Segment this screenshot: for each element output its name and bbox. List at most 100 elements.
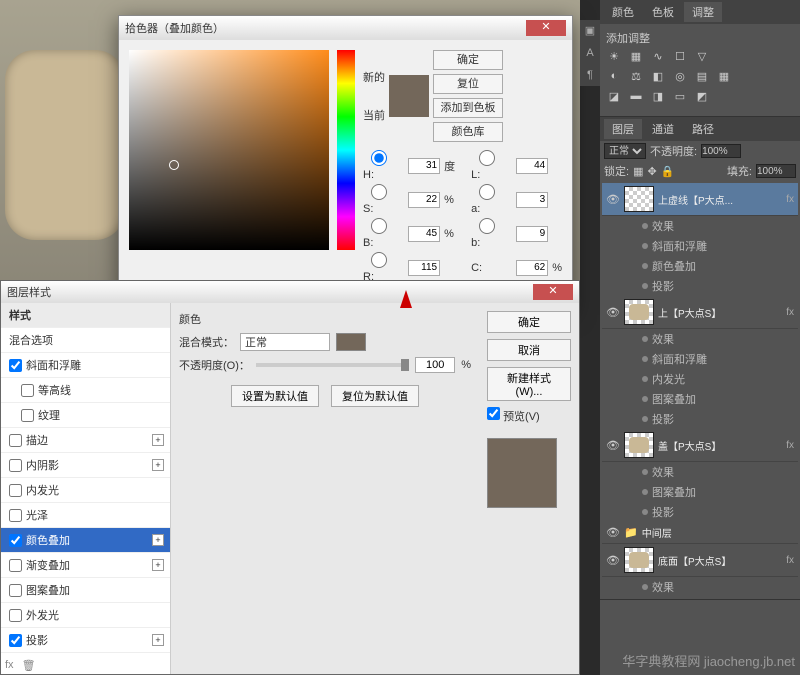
fx-effects[interactable]: 效果 xyxy=(602,329,798,349)
b2-radio[interactable] xyxy=(471,218,503,234)
b-radio[interactable] xyxy=(363,218,395,234)
lock-all-icon[interactable]: 🔒 xyxy=(661,165,675,178)
current-color-swatch[interactable] xyxy=(389,96,429,117)
fx-pat-overlay[interactable]: 图案叠加 xyxy=(602,389,798,409)
exposure-icon[interactable]: ☐ xyxy=(672,50,688,66)
fx-effects[interactable]: 效果 xyxy=(602,462,798,482)
lock-position-icon[interactable]: ✥ xyxy=(647,165,656,178)
layer-row[interactable]: 👁 上虚线【P大点... fx xyxy=(602,183,798,216)
fx-effects[interactable]: 效果 xyxy=(602,216,798,236)
layer-thumb[interactable] xyxy=(624,432,654,458)
a-radio[interactable] xyxy=(471,184,503,200)
fx-effects[interactable]: 效果 xyxy=(602,577,798,597)
new-style-button[interactable]: 新建样式(W)... xyxy=(487,367,571,401)
layer-thumb[interactable] xyxy=(624,186,654,212)
layer-thumb[interactable] xyxy=(624,547,654,573)
set-default-button[interactable]: 设置为默认值 xyxy=(231,385,319,407)
cancel-button[interactable]: 复位 xyxy=(433,74,503,94)
folder-icon[interactable]: 📁 xyxy=(624,526,638,539)
preview-checkbox[interactable]: 预览(V) xyxy=(487,407,571,424)
sidebar-inner-glow[interactable]: 内发光 xyxy=(1,478,170,503)
add-swatch-button[interactable]: 添加到色板 xyxy=(433,98,503,118)
layer-row[interactable]: 👁 📁 中间层 xyxy=(602,522,798,544)
visibility-icon[interactable]: 👁 xyxy=(606,439,620,452)
layer-row[interactable]: 👁 底面【P大点S】 fx xyxy=(602,544,798,577)
close-icon[interactable]: ✕ xyxy=(526,20,566,36)
visibility-icon[interactable]: 👁 xyxy=(606,554,620,567)
color-field[interactable] xyxy=(129,50,329,250)
h-radio[interactable] xyxy=(363,150,395,166)
layer-style-titlebar[interactable]: 图层样式 ✕ xyxy=(1,281,579,303)
threshold-icon[interactable]: ◨ xyxy=(650,90,666,106)
cancel-button[interactable]: 取消 xyxy=(487,339,571,361)
ok-button[interactable]: 确定 xyxy=(487,311,571,333)
sidebar-outer-glow[interactable]: 外发光 xyxy=(1,603,170,628)
sidebar-grad-overlay[interactable]: 渐变叠加+ xyxy=(1,553,170,578)
gradmap-icon[interactable]: ▭ xyxy=(672,90,688,106)
layer-row[interactable]: 👁 上【P大点S】 fx xyxy=(602,296,798,329)
lock-pixels-icon[interactable]: ▦ xyxy=(633,165,643,178)
l-radio[interactable] xyxy=(471,150,503,166)
curves-icon[interactable]: ∿ xyxy=(650,50,666,66)
sidebar-satin[interactable]: 光泽 xyxy=(1,503,170,528)
hue-icon[interactable]: ◐ xyxy=(606,70,622,86)
sidebar-contour[interactable]: 等高线 xyxy=(1,378,170,403)
bv-input[interactable] xyxy=(408,226,440,242)
invert-icon[interactable]: ◪ xyxy=(606,90,622,106)
layer-opacity-input[interactable] xyxy=(701,144,741,158)
r-radio[interactable] xyxy=(363,252,395,268)
close-icon[interactable]: ✕ xyxy=(533,284,573,300)
fx-bevel[interactable]: 斜面和浮雕 xyxy=(602,349,798,369)
selcolor-icon[interactable]: ◩ xyxy=(694,90,710,106)
photo-filter-icon[interactable]: ◎ xyxy=(672,70,688,86)
layer-row[interactable]: 👁 盖【P大点S】 fx xyxy=(602,429,798,462)
color-lib-button[interactable]: 颜色库 xyxy=(433,122,503,142)
fill-input[interactable] xyxy=(756,164,796,178)
tab-color[interactable]: 颜色 xyxy=(604,2,642,22)
fx-drop[interactable]: 投影 xyxy=(602,276,798,296)
mixer-icon[interactable]: ▤ xyxy=(694,70,710,86)
fx-inner-glow[interactable]: 内发光 xyxy=(602,369,798,389)
h-input[interactable] xyxy=(408,158,440,174)
fx-pat-overlay[interactable]: 图案叠加 xyxy=(602,482,798,502)
r-input[interactable] xyxy=(408,260,440,276)
fx-drop[interactable]: 投影 xyxy=(602,409,798,429)
trash-icon[interactable]: 🗑 xyxy=(22,659,36,672)
opacity-input[interactable] xyxy=(415,357,455,373)
s-radio[interactable] xyxy=(363,184,395,200)
ok-button[interactable]: 确定 xyxy=(433,50,503,70)
sidebar-drop-shadow[interactable]: 投影+ xyxy=(1,628,170,653)
a-input[interactable] xyxy=(516,192,548,208)
bw-icon[interactable]: ◧ xyxy=(650,70,666,86)
color-cursor[interactable] xyxy=(169,160,179,170)
tab-channels[interactable]: 通道 xyxy=(644,119,682,139)
sidebar-color-overlay[interactable]: 颜色叠加+ xyxy=(1,528,170,553)
tab-adjust[interactable]: 调整 xyxy=(684,2,722,22)
sidebar-stroke[interactable]: 描边+ xyxy=(1,428,170,453)
sidebar-blend-options[interactable]: 混合选项 xyxy=(1,328,170,353)
levels-icon[interactable]: ▦ xyxy=(628,50,644,66)
sidebar-texture[interactable]: 纹理 xyxy=(1,403,170,428)
opacity-slider[interactable] xyxy=(256,363,409,367)
brightness-icon[interactable]: ☀ xyxy=(606,50,622,66)
char-icon[interactable]: A xyxy=(580,42,600,64)
s-input[interactable] xyxy=(408,192,440,208)
balance-icon[interactable]: ⚖ xyxy=(628,70,644,86)
reset-default-button[interactable]: 复位为默认值 xyxy=(331,385,419,407)
fx-icon[interactable]: fx xyxy=(5,659,14,672)
history-icon[interactable]: ▣ xyxy=(580,20,600,42)
tab-layers[interactable]: 图层 xyxy=(604,119,642,139)
fx-drop[interactable]: 投影 xyxy=(602,502,798,522)
fx-bevel[interactable]: 斜面和浮雕 xyxy=(602,236,798,256)
b2-input[interactable] xyxy=(516,226,548,242)
color-picker-titlebar[interactable]: 拾色器（叠加颜色） ✕ xyxy=(119,16,572,40)
visibility-icon[interactable]: 👁 xyxy=(606,306,620,319)
overlay-color-swatch[interactable] xyxy=(336,333,366,351)
blend-mode-select[interactable]: 正常 xyxy=(604,143,646,159)
c-input[interactable] xyxy=(516,260,548,276)
blend-mode-select[interactable]: 正常 xyxy=(240,333,330,351)
para-icon[interactable]: ¶ xyxy=(580,64,600,86)
lookup-icon[interactable]: ▦ xyxy=(716,70,732,86)
sidebar-bevel[interactable]: 斜面和浮雕 xyxy=(1,353,170,378)
tab-swatch[interactable]: 色板 xyxy=(644,2,682,22)
